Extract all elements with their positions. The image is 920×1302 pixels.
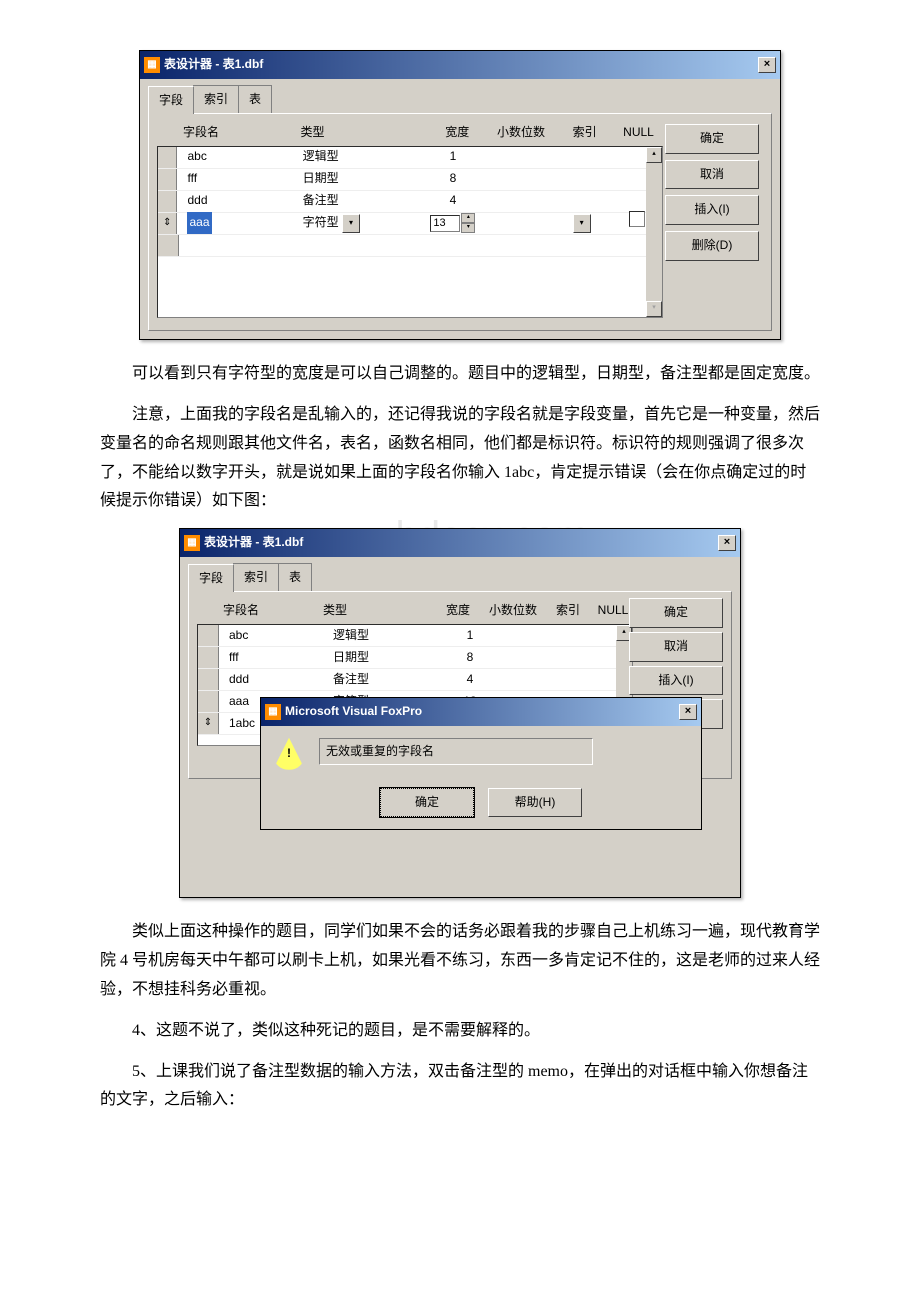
tab-index[interactable]: 索引 bbox=[233, 563, 279, 592]
chevron-down-icon[interactable]: ▾ bbox=[573, 214, 591, 233]
scrollbar[interactable]: ▴ ▾ bbox=[646, 147, 662, 317]
row-grip[interactable] bbox=[198, 625, 219, 646]
close-icon[interactable]: × bbox=[758, 57, 776, 73]
header-null: NULL bbox=[614, 122, 663, 144]
close-icon[interactable]: × bbox=[679, 704, 697, 720]
cell-name[interactable]: fff bbox=[177, 168, 298, 190]
header-decimals: 小数位数 bbox=[483, 600, 543, 622]
spin-down-icon[interactable]: ▾ bbox=[461, 223, 475, 233]
paragraph: 5、上课我们说了备注型数据的输入方法，双击备注型的 memo，在弹出的对话框中输… bbox=[100, 1058, 820, 1116]
row-grip[interactable] bbox=[198, 691, 219, 712]
table-row[interactable]: ddd 备注型 4 bbox=[198, 669, 632, 691]
scroll-up-icon[interactable]: ▴ bbox=[646, 147, 662, 163]
error-messagebox: ▦ Microsoft Visual FoxPro × ! 无效或重复的字段名 … bbox=[260, 697, 702, 830]
row-grip-active[interactable] bbox=[198, 713, 219, 734]
row-grip[interactable] bbox=[158, 169, 177, 190]
cell-type-select[interactable]: 字符型 ▾ bbox=[299, 212, 423, 234]
chevron-down-icon[interactable]: ▾ bbox=[342, 214, 360, 233]
cell-width[interactable]: 4 bbox=[423, 190, 483, 212]
header-decimals: 小数位数 bbox=[487, 122, 556, 144]
app-icon: ▦ bbox=[265, 704, 281, 720]
titlebar: ▦ 表设计器 - 表1.dbf × bbox=[180, 529, 740, 557]
cancel-button[interactable]: 取消 bbox=[629, 632, 723, 662]
header-index: 索引 bbox=[543, 600, 593, 622]
width-input[interactable] bbox=[430, 215, 460, 232]
paragraph: 注意，上面我的字段名是乱输入的，还记得我说的字段名就是字段变量，首先它是一种变量… bbox=[100, 401, 820, 516]
column-headers: 字段名 类型 宽度 小数位数 索引 NULL bbox=[223, 600, 633, 622]
msgbox-title: Microsoft Visual FoxPro bbox=[285, 701, 422, 723]
cell-width[interactable]: 8 bbox=[423, 168, 483, 190]
ok-button[interactable]: 确定 bbox=[629, 598, 723, 628]
paragraph: 可以看到只有字符型的宽度是可以自己调整的。题目中的逻辑型，日期型，备注型都是固定… bbox=[100, 360, 820, 389]
row-grip[interactable] bbox=[198, 669, 219, 690]
row-grip[interactable] bbox=[198, 647, 219, 668]
table-row[interactable]: abc 逻辑型 1 bbox=[198, 625, 632, 647]
table-designer-dialog-2: ▦ 表设计器 - 表1.dbf × 字段 索引 表 字段名 类型 宽度 小数位数… bbox=[179, 528, 741, 898]
side-buttons: 确定 取消 插入(I) 删除(D) bbox=[665, 124, 759, 260]
header-name: 字段名 bbox=[183, 122, 301, 144]
insert-button[interactable]: 插入(I) bbox=[665, 195, 759, 225]
table-row[interactable]: fff 日期型 8 bbox=[198, 647, 632, 669]
header-null: NULL bbox=[593, 600, 633, 622]
cell-name[interactable]: abc bbox=[177, 146, 298, 168]
titlebar: ▦ 表设计器 - 表1.dbf × bbox=[140, 51, 780, 79]
cell-type[interactable]: 逻辑型 bbox=[299, 146, 423, 168]
row-grip[interactable] bbox=[158, 191, 177, 212]
header-index: 索引 bbox=[555, 122, 614, 144]
row-grip-active[interactable] bbox=[158, 213, 177, 234]
cell-name-input[interactable]: aaa bbox=[177, 212, 298, 234]
msgbox-ok-button[interactable]: 确定 bbox=[380, 788, 474, 818]
field-grid[interactable]: abc 逻辑型 1 fff 日期型 8 bbox=[157, 146, 663, 318]
paragraph: 类似上面这种操作的题目，同学们如果不会的话务必跟着我的步骤自己上机练习一遍，现代… bbox=[100, 918, 820, 1004]
window-title: 表设计器 - 表1.dbf bbox=[204, 532, 303, 554]
app-icon: ▦ bbox=[184, 535, 200, 551]
table-row[interactable]: fff 日期型 8 bbox=[158, 169, 662, 191]
row-grip[interactable] bbox=[158, 235, 179, 256]
cell-type[interactable]: 备注型 bbox=[299, 190, 423, 212]
close-icon[interactable]: × bbox=[718, 535, 736, 551]
cell-type[interactable]: 日期型 bbox=[299, 168, 423, 190]
table-row[interactable]: ddd 备注型 4 bbox=[158, 191, 662, 213]
msgbox-help-button[interactable]: 帮助(H) bbox=[488, 788, 582, 818]
insert-button[interactable]: 插入(I) bbox=[629, 666, 723, 696]
cell-name[interactable]: ddd bbox=[177, 190, 298, 212]
tabs: 字段 索引 表 bbox=[188, 563, 732, 592]
header-type: 类型 bbox=[323, 600, 433, 622]
header-type: 类型 bbox=[301, 122, 428, 144]
warning-icon: ! bbox=[273, 738, 305, 770]
delete-button[interactable]: 删除(D) bbox=[665, 231, 759, 261]
cell-width-spin[interactable]: ▴▾ bbox=[423, 212, 483, 234]
column-headers: 字段名 类型 宽度 小数位数 索引 NULL bbox=[183, 122, 663, 144]
spin-up-icon[interactable]: ▴ bbox=[461, 213, 475, 223]
table-row-active[interactable]: aaa 字符型 ▾ ▴▾ ▾ bbox=[158, 213, 662, 235]
cell-idx-select[interactable]: ▾ bbox=[552, 212, 612, 234]
msgbox-titlebar: ▦ Microsoft Visual FoxPro × bbox=[261, 698, 701, 726]
header-width: 宽度 bbox=[428, 122, 487, 144]
tab-fields[interactable]: 字段 bbox=[148, 86, 194, 115]
table-row-empty[interactable] bbox=[158, 235, 662, 257]
header-width: 宽度 bbox=[433, 600, 483, 622]
tab-fields[interactable]: 字段 bbox=[188, 564, 234, 593]
msgbox-text: 无效或重复的字段名 bbox=[319, 738, 593, 766]
ok-button[interactable]: 确定 bbox=[665, 124, 759, 154]
tab-table[interactable]: 表 bbox=[238, 85, 272, 114]
panel: 字段名 类型 宽度 小数位数 索引 NULL abc 逻辑型 1 bbox=[148, 113, 772, 331]
window-title: 表设计器 - 表1.dbf bbox=[164, 54, 263, 76]
header-name: 字段名 bbox=[223, 600, 323, 622]
paragraph: 4、这题不说了，类似这种死记的题目，是不需要解释的。 bbox=[100, 1017, 820, 1046]
cell-width[interactable]: 1 bbox=[423, 146, 483, 168]
tabs: 字段 索引 表 bbox=[148, 85, 772, 114]
row-grip[interactable] bbox=[158, 147, 177, 168]
table-designer-dialog-1: ▦ 表设计器 - 表1.dbf × 字段 索引 表 字段名 类型 宽度 小数位数… bbox=[139, 50, 781, 340]
cancel-button[interactable]: 取消 bbox=[665, 160, 759, 190]
tab-index[interactable]: 索引 bbox=[193, 85, 239, 114]
scroll-down-icon[interactable]: ▾ bbox=[646, 301, 662, 317]
tab-table[interactable]: 表 bbox=[278, 563, 312, 592]
table-row[interactable]: abc 逻辑型 1 bbox=[158, 147, 662, 169]
app-icon: ▦ bbox=[144, 57, 160, 73]
